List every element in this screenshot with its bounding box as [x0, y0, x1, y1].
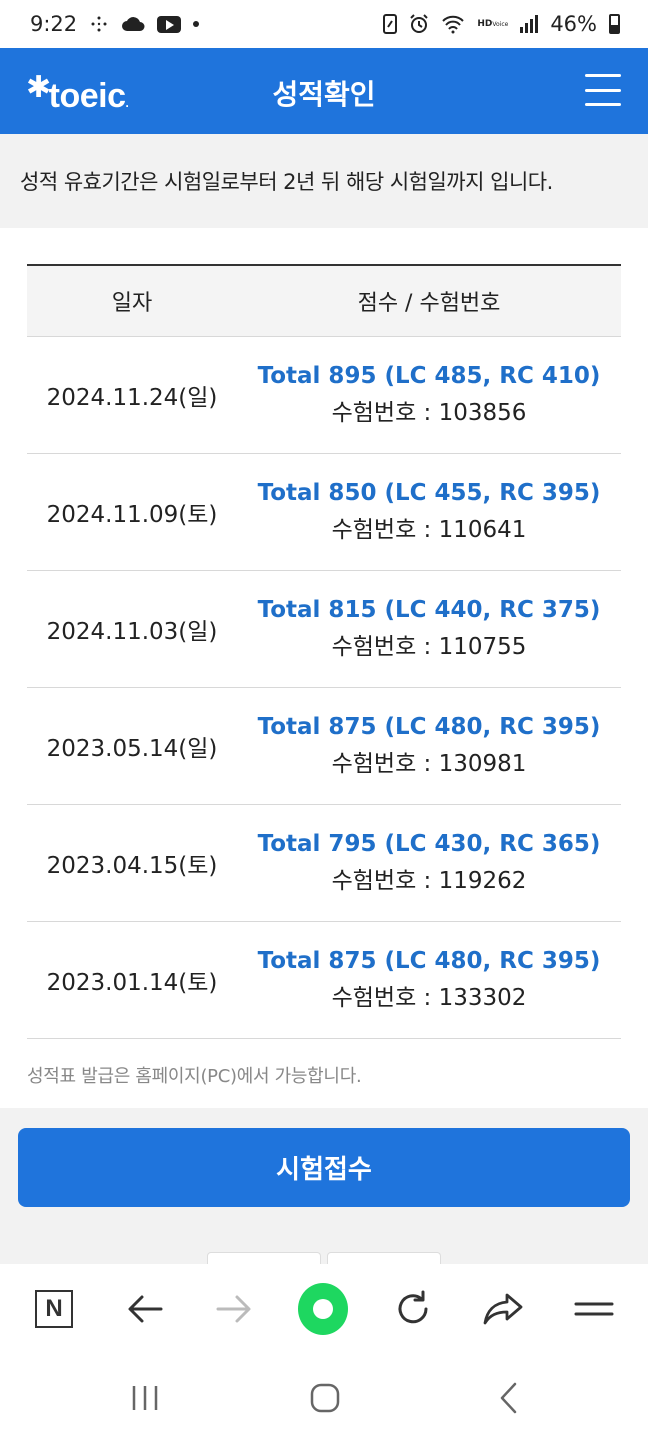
home-button[interactable] [298, 1283, 348, 1335]
bottom-tab-left[interactable] [207, 1252, 321, 1264]
refresh-button[interactable] [388, 1284, 438, 1334]
score-total: Total 795 (LC 430, RC 365) [257, 831, 601, 857]
browser-toolbar: N [0, 1264, 648, 1354]
row-date: 2023.04.15(토) [46, 853, 218, 879]
score-total: Total 895 (LC 485, RC 410) [257, 363, 601, 389]
table-row: 2024.11.24(일) Total 895 (LC 485, RC 410)… [27, 337, 621, 454]
more-menu-button[interactable] [569, 1284, 619, 1334]
score-total: Total 815 (LC 440, RC 375) [257, 597, 601, 623]
home-nav-button[interactable] [307, 1378, 343, 1418]
app-header: ✱toeic. 성적확인 [0, 48, 648, 134]
row-date: 2024.11.09(토) [46, 502, 218, 528]
n-icon: N [35, 1290, 73, 1328]
back-button[interactable] [120, 1284, 170, 1334]
notification-dot-icon [193, 21, 200, 27]
back-icon [128, 1295, 163, 1323]
hd-label: HD [477, 18, 493, 29]
validity-notice: 성적 유효기간은 시험일로부터 2년 뒤 해당 시험일까지 입니다. [0, 134, 648, 228]
table-row: 2024.11.09(토) Total 850 (LC 455, RC 395)… [27, 454, 621, 571]
status-bar: 9:22 HD Voice 46% [0, 0, 648, 48]
back-nav-button[interactable] [492, 1378, 524, 1418]
voice-label: Voice [492, 20, 509, 28]
share-icon [483, 1293, 523, 1325]
table-row: 2024.11.03(일) Total 815 (LC 440, RC 375)… [27, 571, 621, 688]
row-date: 2024.11.03(일) [46, 619, 218, 645]
score-total: Total 875 (LC 480, RC 395) [257, 948, 601, 974]
exam-number: 수험번호 : 110755 [331, 634, 527, 660]
cloud-icon [121, 16, 145, 32]
wifi-icon [441, 14, 465, 34]
exam-number: 수험번호 : 103856 [331, 400, 527, 426]
table-row: 2023.01.14(토) Total 875 (LC 480, RC 395)… [27, 922, 621, 1039]
refresh-icon [398, 1290, 428, 1324]
score-table: 일자 점수 / 수험번호 2024.11.24(일) Total 895 (LC… [27, 264, 621, 1039]
sim-icon [383, 14, 398, 34]
exam-number: 수험번호 : 133302 [331, 985, 527, 1011]
row-date: 2024.11.24(일) [46, 385, 218, 411]
score-total: Total 875 (LC 480, RC 395) [257, 714, 601, 740]
signal-icon [520, 15, 539, 33]
forward-button[interactable] [209, 1284, 259, 1334]
sparkle-icon [89, 14, 109, 34]
forward-icon [216, 1295, 251, 1323]
page-title: 성적확인 [272, 78, 376, 111]
status-left: 9:22 [30, 12, 200, 36]
column-header-score: 점수 / 수험번호 [357, 291, 501, 316]
exam-number: 수험번호 : 110641 [331, 517, 527, 543]
row-date: 2023.01.14(토) [46, 970, 218, 996]
battery-icon [609, 14, 620, 34]
bottom-tab-right[interactable] [327, 1252, 441, 1264]
certificate-footnote: 성적표 발급은 홈페이지(PC)에서 가능합니다. [27, 1066, 362, 1087]
table-row: 2023.04.15(토) Total 795 (LC 430, RC 365)… [27, 805, 621, 922]
table-header: 일자 점수 / 수험번호 [27, 266, 621, 337]
hd-voice-icon: HD Voice [477, 18, 509, 29]
exam-apply-button[interactable]: 시험접수 [18, 1128, 630, 1207]
back-nav-icon [500, 1382, 517, 1414]
row-score: Total 815 (LC 440, RC 375) 수험번호 : 110755 [237, 592, 621, 666]
share-button[interactable] [478, 1284, 528, 1334]
recent-apps-icon [132, 1386, 158, 1410]
home-icon [298, 1283, 348, 1335]
table-row: 2023.05.14(일) Total 875 (LC 480, RC 395)… [27, 688, 621, 805]
recent-apps-button[interactable] [128, 1378, 162, 1418]
exam-number: 수험번호 : 130981 [331, 751, 527, 777]
row-score: Total 875 (LC 480, RC 395) 수험번호 : 130981 [237, 709, 621, 783]
row-score: Total 850 (LC 455, RC 395) 수험번호 : 110641 [237, 475, 621, 549]
youtube-icon [157, 15, 182, 33]
column-header-date: 일자 [111, 291, 153, 316]
home-nav-icon [310, 1383, 340, 1413]
score-total: Total 850 (LC 455, RC 395) [257, 480, 601, 506]
status-time: 9:22 [30, 12, 78, 36]
menu-icon [574, 1302, 614, 1316]
row-score: Total 795 (LC 430, RC 365) 수험번호 : 119262 [237, 826, 621, 900]
status-right: HD Voice 46% [383, 12, 620, 36]
row-score: Total 875 (LC 480, RC 395) 수험번호 : 133302 [237, 943, 621, 1017]
android-nav-bar [0, 1354, 648, 1440]
row-date: 2023.05.14(일) [46, 736, 218, 762]
bottom-area: 시험접수 [0, 1108, 648, 1264]
battery-percent: 46% [550, 12, 597, 36]
alarm-icon [409, 14, 429, 34]
row-score: Total 895 (LC 485, RC 410) 수험번호 : 103856 [237, 358, 621, 432]
naver-button[interactable]: N [29, 1284, 79, 1334]
exam-number: 수험번호 : 119262 [331, 868, 527, 894]
hamburger-menu-icon[interactable] [585, 74, 621, 106]
